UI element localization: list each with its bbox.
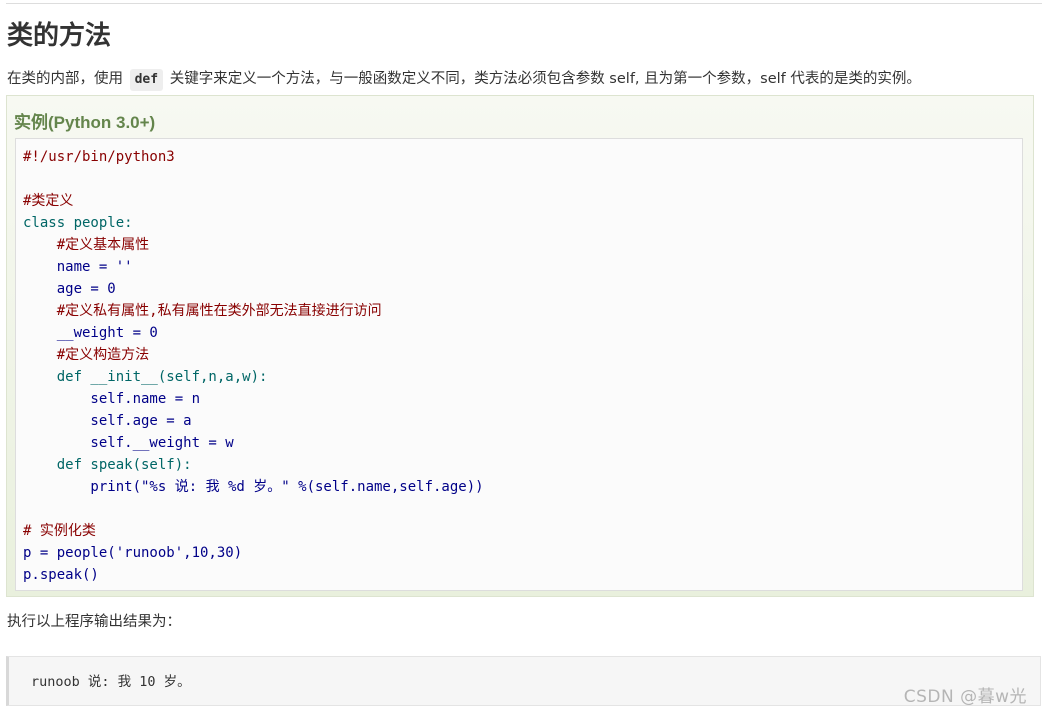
section-title: 类的方法 — [7, 21, 112, 51]
code-line-6: name = '' — [23, 259, 133, 275]
code-line-15: def speak(self): — [23, 457, 192, 473]
code-content[interactable]: #!/usr/bin/python3 #类定义 class people: #定… — [23, 146, 484, 586]
code-line-9: __weight = 0 — [23, 325, 158, 341]
example-box: 实例(Python 3.0+) #!/usr/bin/python3 #类定义 … — [6, 95, 1034, 597]
code-line-7: age = 0 — [23, 281, 116, 297]
example-title: 实例(Python 3.0+) — [14, 113, 156, 132]
code-line-10: #定义构造方法 — [23, 347, 150, 363]
code-line-13: self.age = a — [23, 413, 192, 429]
code-line-3: #类定义 — [23, 193, 74, 209]
intro-text-after: 关键字来定义一个方法，与一般函数定义不同，类方法必须包含参数 self, 且为第… — [165, 71, 921, 87]
csdn-watermark: CSDN @暮w光 — [903, 687, 1027, 707]
code-line-19: p = people('runoob',10,30) — [23, 545, 243, 561]
code-line-1: #!/usr/bin/python3 — [23, 149, 175, 165]
code-line-14: self.__weight = w — [23, 435, 234, 451]
code-line-5: #定义基本属性 — [23, 237, 150, 253]
code-line-18: # 实例化类 — [23, 523, 96, 539]
code-line-16: print("%s 说: 我 %d 岁。" %(self.name,self.a… — [23, 479, 484, 495]
code-block[interactable]: #!/usr/bin/python3 #类定义 class people: #定… — [15, 138, 1023, 591]
code-line-11: def __init__(self,n,a,w): — [23, 369, 268, 385]
code-line-12: self.name = n — [23, 391, 201, 407]
output-box[interactable]: runoob 说: 我 10 岁。 — [6, 656, 1041, 706]
code-line-4: class people: — [23, 215, 133, 231]
top-divider — [6, 3, 1042, 4]
code-line-8: #定义私有属性,私有属性在类外部无法直接进行访问 — [23, 303, 382, 319]
intro-text-before: 在类的内部，使用 — [7, 71, 128, 87]
code-line-20: p.speak() — [23, 567, 99, 583]
section-intro: 在类的内部，使用 def 关键字来定义一个方法，与一般函数定义不同，类方法必须包… — [7, 66, 1041, 92]
output-label: 执行以上程序输出结果为： — [7, 614, 181, 630]
output-text: runoob 说: 我 10 岁。 — [31, 674, 191, 690]
inline-code-def: def — [129, 69, 164, 91]
